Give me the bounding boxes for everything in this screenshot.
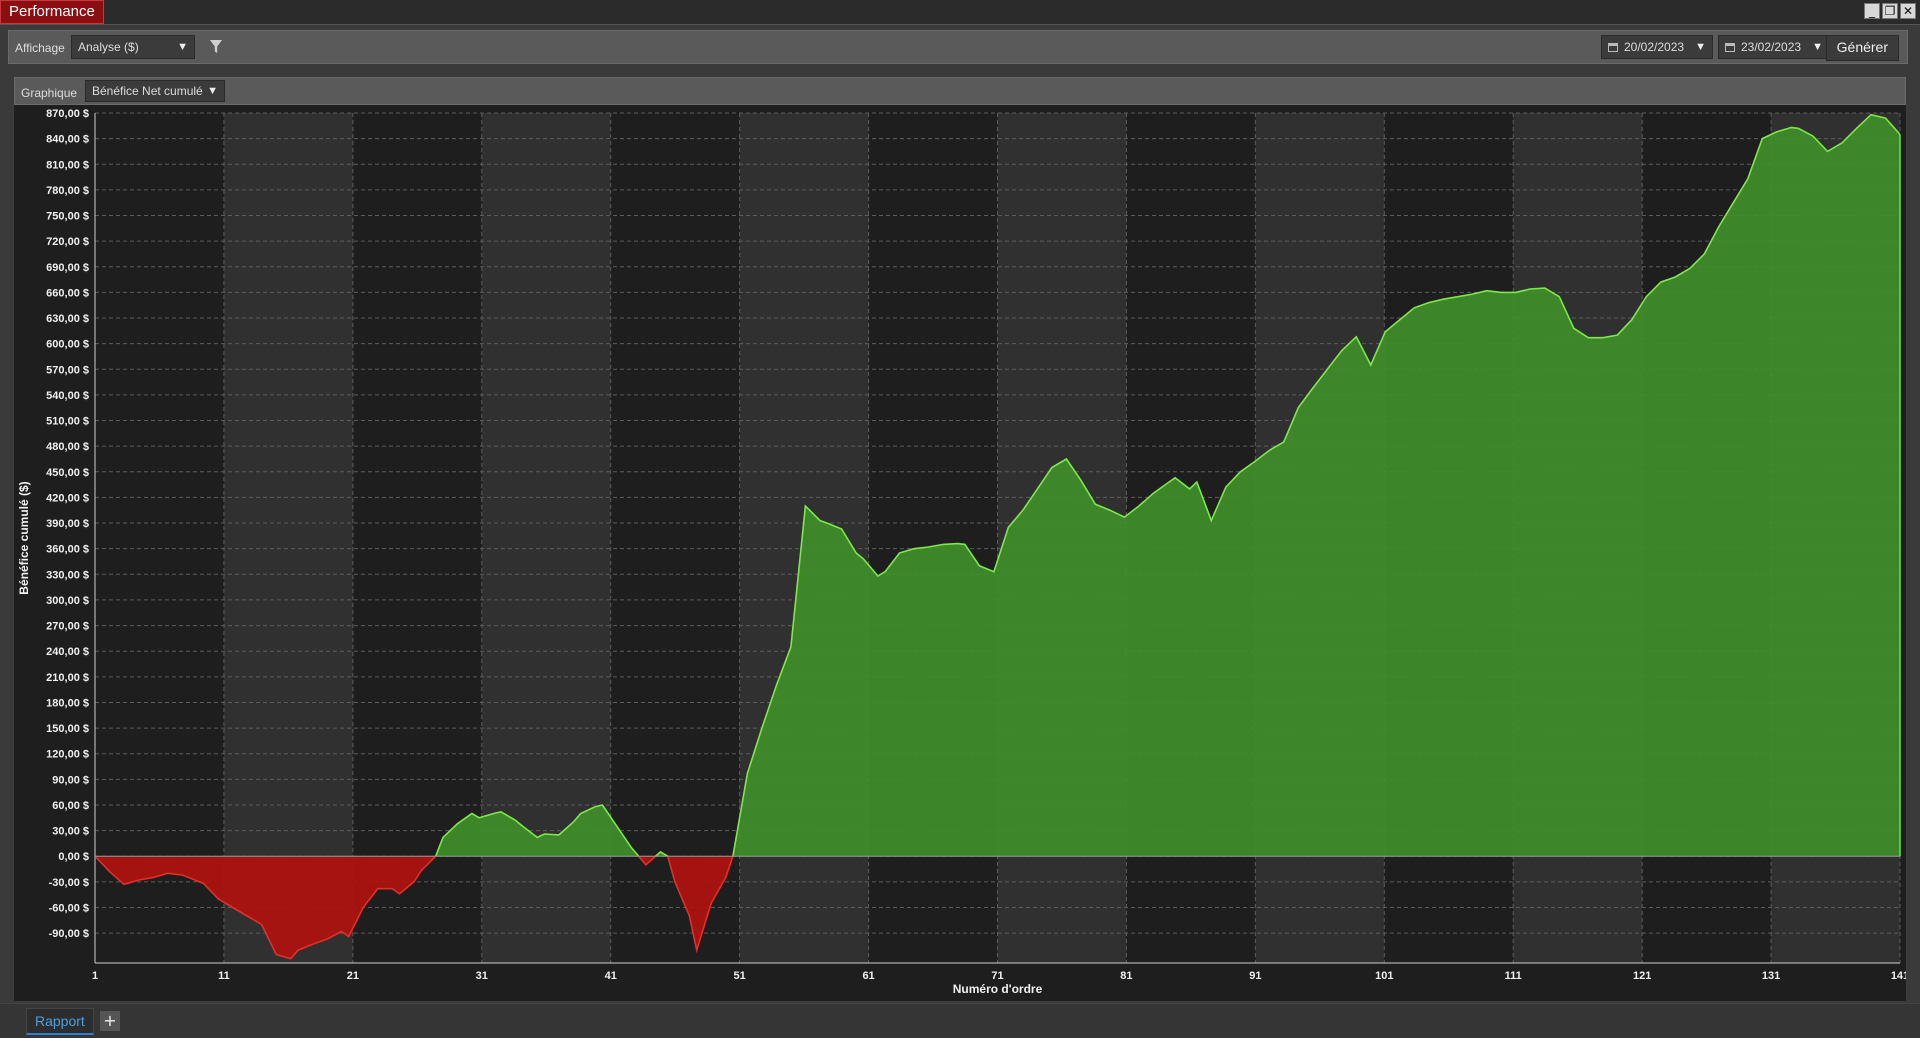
- x-tick-label: 101: [1375, 970, 1393, 982]
- y-tick-label: 360,00 $: [46, 544, 89, 556]
- chevron-down-icon: ▼: [1812, 41, 1823, 53]
- y-tick-label: 600,00 $: [46, 339, 89, 351]
- y-tick-label: 480,00 $: [46, 441, 89, 453]
- affichage-value: Analyse ($): [78, 40, 139, 54]
- graph-type-select[interactable]: Bénéfice Net cumulé ▼: [85, 80, 225, 102]
- y-tick-label: 510,00 $: [46, 416, 89, 428]
- y-tick-label: 420,00 $: [46, 492, 89, 504]
- graph-label: Graphique: [21, 86, 78, 100]
- y-tick-label: 810,00 $: [46, 159, 89, 171]
- y-tick-label: 150,00 $: [46, 723, 89, 735]
- y-tick-label: 240,00 $: [46, 646, 89, 658]
- end-date-picker[interactable]: 23/02/2023 ▼: [1718, 35, 1830, 59]
- x-tick-label: 1: [92, 970, 98, 982]
- main-toolbar: Affichage Analyse ($) ▼ 20/02/2023 ▼ 23/…: [8, 30, 1908, 64]
- x-tick-label: 131: [1762, 970, 1780, 982]
- bottom-tabbar: Rapport +: [0, 1003, 1920, 1038]
- calendar-icon: [1725, 43, 1735, 52]
- window-titlebar: Performance _ ❐ ✕: [0, 0, 1920, 25]
- y-tick-label: 0,00 $: [58, 851, 89, 863]
- y-tick-label: 570,00 $: [46, 364, 89, 376]
- background-band: [223, 113, 353, 963]
- y-tick-label: 690,00 $: [46, 262, 89, 274]
- x-tick-label: 21: [347, 970, 359, 982]
- y-tick-label: 60,00 $: [52, 800, 89, 812]
- calendar-icon: [1608, 43, 1618, 52]
- x-tick-label: 61: [862, 970, 874, 982]
- background-band: [95, 113, 224, 963]
- chevron-down-icon: ▼: [207, 85, 218, 97]
- start-date-value: 20/02/2023: [1624, 40, 1685, 54]
- filter-icon[interactable]: [209, 39, 223, 55]
- chevron-down-icon: ▼: [177, 41, 188, 53]
- y-tick-label: 840,00 $: [46, 134, 89, 146]
- y-tick-label: 540,00 $: [46, 390, 89, 402]
- y-tick-label: -30,00 $: [49, 877, 89, 889]
- y-tick-label: 120,00 $: [46, 749, 89, 761]
- generate-button[interactable]: Générer: [1825, 35, 1899, 61]
- y-tick-label: 720,00 $: [46, 236, 89, 248]
- affichage-select[interactable]: Analyse ($) ▼: [71, 35, 195, 59]
- x-tick-label: 111: [1505, 970, 1522, 982]
- tab-rapport[interactable]: Rapport: [26, 1008, 94, 1035]
- x-tick-label: 141: [1891, 970, 1906, 982]
- end-date-value: 23/02/2023: [1741, 40, 1802, 54]
- chevron-down-icon: ▼: [1695, 41, 1706, 53]
- affichage-label: Affichage: [15, 41, 65, 55]
- x-tick-label: 81: [1120, 970, 1132, 982]
- y-tick-label: 660,00 $: [46, 287, 89, 299]
- cumulative-profit-chart: 870,00 $840,00 $810,00 $780,00 $750,00 $…: [17, 108, 1909, 996]
- y-tick-label: 300,00 $: [46, 595, 89, 607]
- y-tick-label: 90,00 $: [52, 774, 89, 786]
- y-tick-label: 750,00 $: [46, 211, 89, 223]
- chart-area: 870,00 $840,00 $810,00 $780,00 $750,00 $…: [14, 105, 1909, 1001]
- background-band: [610, 113, 740, 963]
- x-tick-label: 91: [1249, 970, 1261, 982]
- x-tick-label: 41: [605, 970, 617, 982]
- x-axis-label: Numéro d'ordre: [953, 982, 1043, 996]
- start-date-picker[interactable]: 20/02/2023 ▼: [1601, 35, 1713, 59]
- x-tick-label: 11: [218, 970, 230, 982]
- y-tick-label: -90,00 $: [49, 928, 89, 940]
- window-buttons: _ ❐ ✕: [1864, 3, 1916, 19]
- y-tick-label: 270,00 $: [46, 621, 89, 633]
- chart-toolbar: Graphique Bénéfice Net cumulé ▼: [14, 77, 1906, 105]
- y-tick-label: 180,00 $: [46, 697, 89, 709]
- y-tick-label: -60,00 $: [49, 902, 89, 914]
- x-tick-label: 31: [476, 970, 488, 982]
- y-tick-label: 450,00 $: [46, 467, 89, 479]
- y-tick-label: 390,00 $: [46, 518, 89, 530]
- y-tick-label: 630,00 $: [46, 313, 89, 325]
- y-tick-label: 870,00 $: [46, 108, 89, 120]
- y-tick-label: 330,00 $: [46, 569, 89, 581]
- restore-button[interactable]: ❐: [1882, 3, 1898, 19]
- minimize-button[interactable]: _: [1864, 3, 1880, 19]
- y-axis-label: Bénéfice cumulé ($): [17, 481, 31, 594]
- y-tick-label: 210,00 $: [46, 672, 89, 684]
- y-tick-label: 30,00 $: [52, 826, 89, 838]
- window-title: Performance: [0, 0, 104, 24]
- x-tick-label: 121: [1633, 970, 1651, 982]
- y-tick-label: 780,00 $: [46, 185, 89, 197]
- close-button[interactable]: ✕: [1900, 3, 1916, 19]
- graph-type-value: Bénéfice Net cumulé: [92, 84, 203, 98]
- x-tick-label: 71: [991, 970, 1003, 982]
- x-tick-label: 51: [734, 970, 746, 982]
- add-tab-button[interactable]: +: [100, 1011, 120, 1031]
